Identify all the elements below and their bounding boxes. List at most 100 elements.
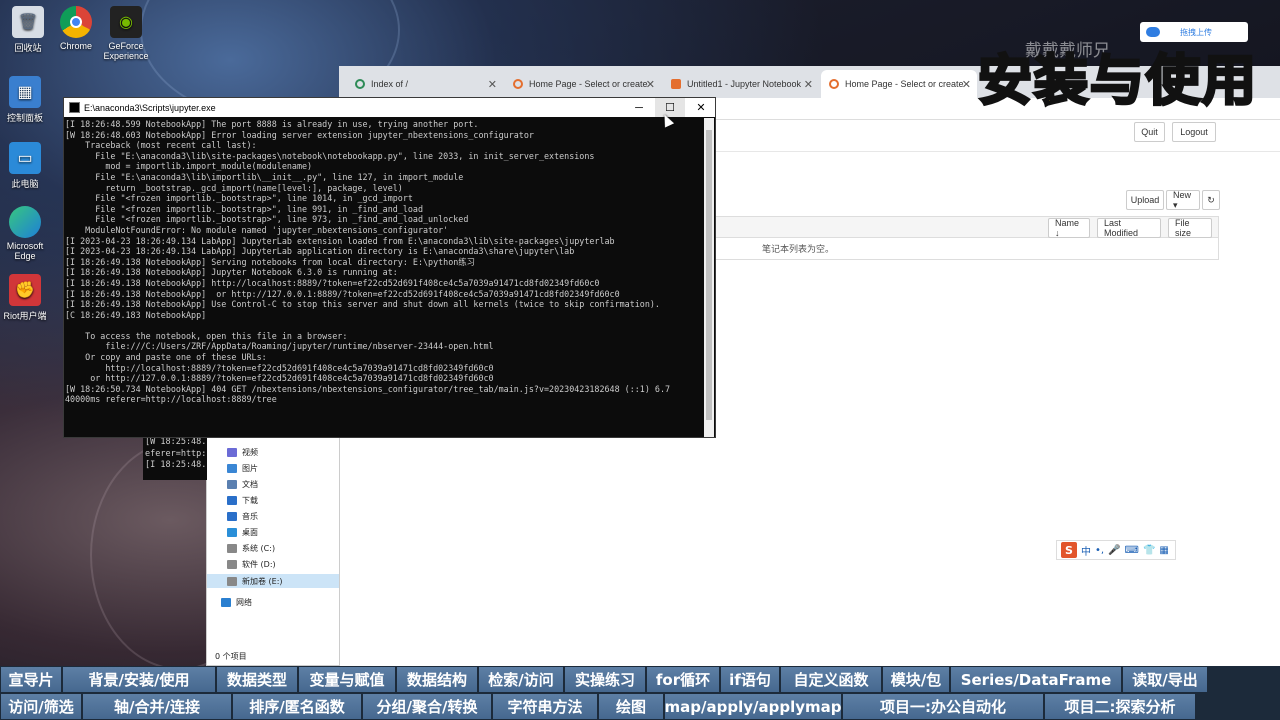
course-nav-button[interactable]: 变量与赋值 (299, 667, 395, 692)
course-nav-button[interactable]: 项目一:办公自动化 (843, 694, 1043, 719)
sort-name-button[interactable]: Name ↓ (1048, 218, 1090, 238)
minimize-button[interactable]: ─ (624, 98, 654, 117)
course-nav-button[interactable]: 检索/访问 (479, 667, 563, 692)
explorer-item-label: 桌面 (242, 528, 258, 537)
toolbox-icon[interactable]: ▦ (1159, 545, 1168, 556)
punctuation-icon[interactable]: •, (1095, 545, 1104, 556)
close-icon[interactable]: ✕ (962, 78, 971, 91)
cloud-upload-badge[interactable]: 拖拽上传 (1140, 22, 1248, 42)
course-nav-button[interactable]: Series/DataFrame (951, 667, 1121, 692)
terminal-line: [I 18:26:49.138 NotebookApp] Serving not… (65, 256, 476, 267)
course-nav-button[interactable]: 实操练习 (565, 667, 645, 692)
course-nav-button[interactable]: 排序/匿名函数 (233, 694, 361, 719)
refresh-button[interactable]: ↻ (1202, 190, 1220, 210)
explorer-item[interactable]: 网络 (221, 597, 252, 608)
terminal-title-bar[interactable]: E:\anaconda3\Scripts\jupyter.exe ─ ☐ ✕ (64, 98, 715, 117)
sort-last-modified-button[interactable]: Last Modified (1097, 218, 1161, 238)
desktop-icon-edge[interactable]: Microsoft Edge (0, 206, 53, 261)
terminal-line: [I 18:26:49.138 NotebookApp] Jupyter Not… (65, 267, 398, 278)
course-nav-button[interactable]: 自定义函数 (781, 667, 881, 692)
refresh-icon: ↻ (1207, 194, 1215, 205)
explorer-item[interactable]: 桌面 (227, 527, 258, 538)
terminal-line: [I 18:26:49.138 NotebookApp] or http://1… (65, 288, 620, 299)
explorer-item[interactable]: 下载 (227, 495, 258, 506)
ime-mode-label[interactable]: 中 (1081, 543, 1091, 558)
desktop-icon-label: 此电脑 (11, 179, 39, 189)
this-pc-icon: ▭ (9, 142, 41, 174)
new-dropdown-button[interactable]: New ▾ (1166, 190, 1200, 210)
keyboard-icon[interactable]: ⌨ (1125, 545, 1139, 556)
explorer-item[interactable]: 图片 (227, 463, 258, 474)
desktop-icon-chrome[interactable]: Chrome (48, 6, 104, 51)
upload-button[interactable]: Upload (1126, 190, 1164, 210)
geforce-icon: ◉ (110, 6, 142, 38)
notebook-icon (671, 79, 681, 89)
close-icon[interactable]: ✕ (804, 78, 813, 91)
edge-icon (9, 206, 41, 238)
course-nav-button[interactable]: 项目二:探索分析 (1045, 694, 1195, 719)
terminal-line: [I 18:26:49.138 NotebookApp] Use Control… (65, 299, 660, 310)
course-nav-button[interactable]: 轴/合并/连接 (83, 694, 231, 719)
terminal-line: [W 18:26:48.603 NotebookApp] Error loadi… (65, 129, 534, 140)
jupyter-terminal-window[interactable]: E:\anaconda3\Scripts\jupyter.exe ─ ☐ ✕ [… (63, 97, 716, 438)
tab-untitled1[interactable]: Untitled1 - Jupyter Notebook ✕ (663, 70, 819, 98)
terminal-output[interactable]: [I 18:26:48.599 NotebookApp] The port 88… (65, 119, 705, 437)
terminal-line: [I 18:25:48. (145, 460, 207, 470)
documents-folder-icon (227, 480, 237, 489)
explorer-item[interactable]: 视频 (227, 447, 258, 458)
course-nav-button[interactable]: 背景/安装/使用 (63, 667, 215, 692)
skin-icon[interactable]: 👕 (1143, 545, 1155, 556)
course-nav-button[interactable]: 字符串方法 (493, 694, 597, 719)
terminal-line: return _bootstrap._gcd_import(name[level… (65, 182, 403, 193)
desktop-icon-control-panel[interactable]: ▦ 控制面板 (0, 76, 53, 124)
tab-home-page-active[interactable]: Home Page - Select or create ✕ (821, 70, 977, 98)
course-nav-button[interactable]: 模块/包 (883, 667, 949, 692)
scrollbar-thumb[interactable] (706, 130, 712, 420)
course-nav-button[interactable]: map/apply/applymap (665, 694, 841, 719)
tab-label: Index of / (371, 79, 409, 89)
course-nav-button[interactable]: 数据类型 (217, 667, 297, 692)
tab-index[interactable]: Index of / ✕ (347, 70, 503, 98)
terminal-line: File "E:\anaconda3\lib\importlib\__init_… (65, 171, 464, 182)
tab-home-page[interactable]: Home Page - Select or create ✕ (505, 70, 661, 98)
course-nav-button[interactable]: 绘图 (599, 694, 663, 719)
desktop-icon-geforce[interactable]: ◉ GeForce Experience (98, 6, 154, 61)
microphone-icon[interactable]: 🎤 (1108, 545, 1120, 556)
explorer-item[interactable]: 软件 (D:) (227, 559, 276, 570)
ime-toolbar[interactable]: S 中 •, 🎤 ⌨ 👕 ▦ (1056, 540, 1176, 560)
logout-button[interactable]: Logout (1172, 122, 1216, 142)
terminal-line: [I 2023-04-23 18:26:49.134 LabApp] Jupyt… (65, 235, 615, 246)
close-icon[interactable]: ✕ (488, 78, 497, 91)
explorer-item[interactable]: 文档 (227, 479, 258, 490)
course-nav-button[interactable]: 读取/导出 (1123, 667, 1207, 692)
quit-button[interactable]: Quit (1134, 122, 1165, 142)
desktop-icon-label: 回收站 (14, 43, 42, 53)
desktop-icon-this-pc[interactable]: ▭ 此电脑 (0, 142, 53, 190)
terminal-scrollbar[interactable] (704, 118, 714, 437)
desktop-icon-label: Riot用户端 (3, 311, 47, 321)
close-icon[interactable]: ✕ (646, 78, 655, 91)
course-nav-button[interactable]: 宣导片 (1, 667, 61, 692)
course-nav-button[interactable]: if语句 (721, 667, 779, 692)
terminal-line: File "<frozen importlib._bootstrap>", li… (65, 203, 423, 214)
terminal-title: E:\anaconda3\Scripts\jupyter.exe (84, 102, 216, 113)
explorer-item[interactable]: 系统 (C:) (227, 543, 275, 554)
desktop-icon-riot[interactable]: ✊ Riot用户端 (0, 274, 53, 322)
explorer-item-label: 软件 (D:) (242, 560, 276, 569)
tab-label: Untitled1 - Jupyter Notebook (687, 79, 802, 89)
course-nav-button[interactable]: for循环 (647, 667, 719, 692)
course-nav-button[interactable]: 数据结构 (397, 667, 477, 692)
terminal-line: [W 18:26:50.734 NotebookApp] 404 GET /nb… (65, 383, 671, 394)
explorer-status-label: 0 个项目 (215, 652, 247, 661)
explorer-item-label: 图片 (242, 464, 258, 473)
explorer-item[interactable]: 音乐 (227, 511, 258, 522)
desktop-icon-label: GeForce Experience (103, 41, 149, 61)
tab-label: Home Page - Select or create (529, 79, 648, 89)
course-nav-button[interactable]: 分组/聚合/转换 (363, 694, 491, 719)
explorer-item-selected[interactable]: 新加卷 (E:) (207, 574, 339, 588)
drive-icon (227, 576, 237, 586)
terminal-line: mod = importlib.import_module(modulename… (65, 161, 313, 172)
course-nav-button[interactable]: 访问/筛选 (1, 694, 81, 719)
close-button[interactable]: ✕ (686, 98, 716, 117)
sort-file-size-button[interactable]: File size (1168, 218, 1212, 238)
